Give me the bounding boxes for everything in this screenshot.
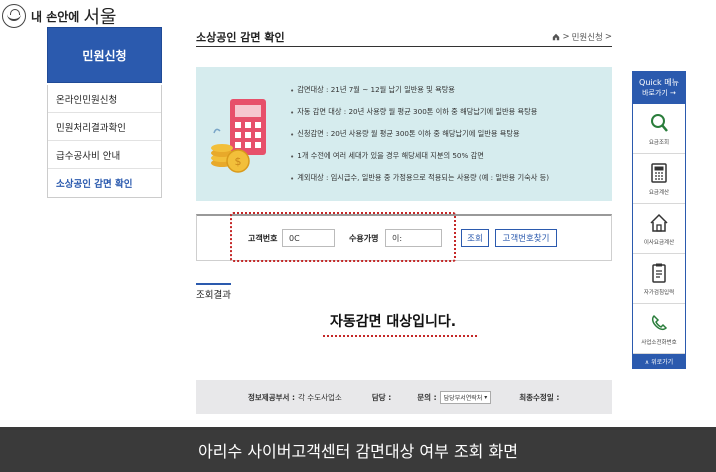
updated-label: 최종수정일 : (519, 392, 560, 402)
find-customer-number-button[interactable]: 고객번호찾기 (495, 229, 557, 247)
house-icon (650, 213, 668, 232)
sidebar-item-petition-result[interactable]: 민원처리결과확인 (48, 113, 161, 141)
inquiry-select[interactable]: 담당부서연락처 ▾ (439, 390, 492, 404)
quick-menu-subtitle: 바로가기 → (642, 89, 676, 97)
info-item: 감면대상 : 21년 7월 ~ 12월 납기 일반용 및 욕탕용 (290, 79, 549, 101)
info-panel: $ 감면대상 : 21년 7월 ~ 12월 납기 일반용 및 욕탕용 자동 감면… (196, 67, 612, 201)
breadcrumb-separator: > (562, 32, 570, 42)
quick-item-office-phone[interactable]: 사업소전화번호 (633, 304, 685, 354)
quick-item-label: 이사요금계산 (643, 239, 675, 246)
quick-item-moving-fee[interactable]: 이사요금계산 (633, 204, 685, 254)
page-info-bar: 정보제공부서 : 각 수도사업소 담당 : 문의 : 담당부서연락처 ▾ 최종수… (196, 380, 612, 414)
quick-item-label: 사업소전화번호 (641, 339, 677, 346)
site-logo[interactable]: 내 손안에 서울 (2, 3, 116, 29)
breadcrumb-item[interactable]: 민원신청 (572, 31, 603, 43)
quick-item-label: 자가검침입력 (643, 289, 675, 296)
magnifier-icon (651, 113, 668, 132)
breadcrumb-tail: > (604, 32, 612, 42)
provider-label: 정보제공부서 : (248, 392, 296, 402)
quick-item-self-reading[interactable]: 자가검침입력 (633, 254, 685, 304)
calculator-icon (651, 162, 667, 183)
sidebar-menu: 온라인민원신청 민원처리결과확인 급수공사비 안내 소상공인 감면 확인 (47, 85, 162, 198)
info-item: 계외대상 : 임시급수, 일반용 중 가정용으로 적용되는 사용량 (예 : 일… (290, 167, 549, 189)
result-highlight-underline (323, 335, 477, 337)
svg-text:$: $ (235, 155, 242, 168)
quick-item-fee-inquiry[interactable]: 요금조회 (633, 104, 685, 154)
phone-icon (651, 314, 668, 330)
sidebar-item-online-petition[interactable]: 온라인민원신청 (48, 85, 161, 113)
provider-value: 각 수도사업소 (298, 392, 342, 402)
quick-item-label: 요금계산 (648, 189, 670, 196)
home-icon[interactable] (552, 33, 560, 41)
quick-menu-header: Quick 메뉴 바로가기 → (633, 72, 685, 104)
inquiry-select-value: 담당부서연락처 (443, 394, 483, 402)
sidebar-heading: 민원신청 (47, 27, 162, 83)
result-heading: 조회결과 (196, 283, 231, 301)
info-item: 자동 감면 대상 : 20년 사용량 월 평균 300톤 이하 중 해당납기에 … (290, 101, 549, 123)
quick-menu-title: Quick 메뉴 (639, 78, 679, 87)
seoul-logo-icon (2, 4, 26, 28)
sidebar-item-small-business-check[interactable]: 소상공인 감면 확인 (48, 169, 161, 197)
result-message: 자동감면 대상입니다. (330, 314, 457, 330)
clipboard-icon (652, 263, 666, 283)
inquiry-label: 문의 : (417, 392, 437, 402)
back-to-top-button[interactable]: ∧ 위로가기 (633, 354, 685, 368)
quick-menu: Quick 메뉴 바로가기 → 요금조회 요금계산 이사요금계산 자가검침입력 … (632, 71, 686, 369)
logo-text-small: 내 손안에 (31, 9, 80, 24)
page-title: 소상공인 감면 확인 (196, 31, 285, 44)
quick-item-label: 요금조회 (648, 139, 670, 146)
sidebar-item-water-supply-cost[interactable]: 급수공사비 안내 (48, 141, 161, 169)
calculator-coins-illustration: $ (211, 99, 266, 173)
info-item: 1개 수전에 여러 세대가 있을 경우 해당세대 지분의 50% 감면 (290, 145, 549, 167)
logo-text-big: 서울 (83, 7, 117, 28)
breadcrumb: > 민원신청 > (552, 31, 612, 43)
info-list: 감면대상 : 21년 7월 ~ 12월 납기 일반용 및 욕탕용 자동 감면 대… (290, 79, 549, 189)
manager-label: 담당 : (371, 392, 392, 402)
highlight-annotation (230, 212, 456, 262)
title-divider (196, 46, 612, 47)
image-caption: 아리수 사이버고객센터 감면대상 여부 조회 화면 (0, 427, 716, 472)
search-button[interactable]: 조회 (461, 229, 489, 247)
quick-item-fee-calc[interactable]: 요금계산 (633, 154, 685, 204)
info-item: 신청감면 : 20년 사용량 월 평균 300톤 이하 중 해당납기에 일반용 … (290, 123, 549, 145)
